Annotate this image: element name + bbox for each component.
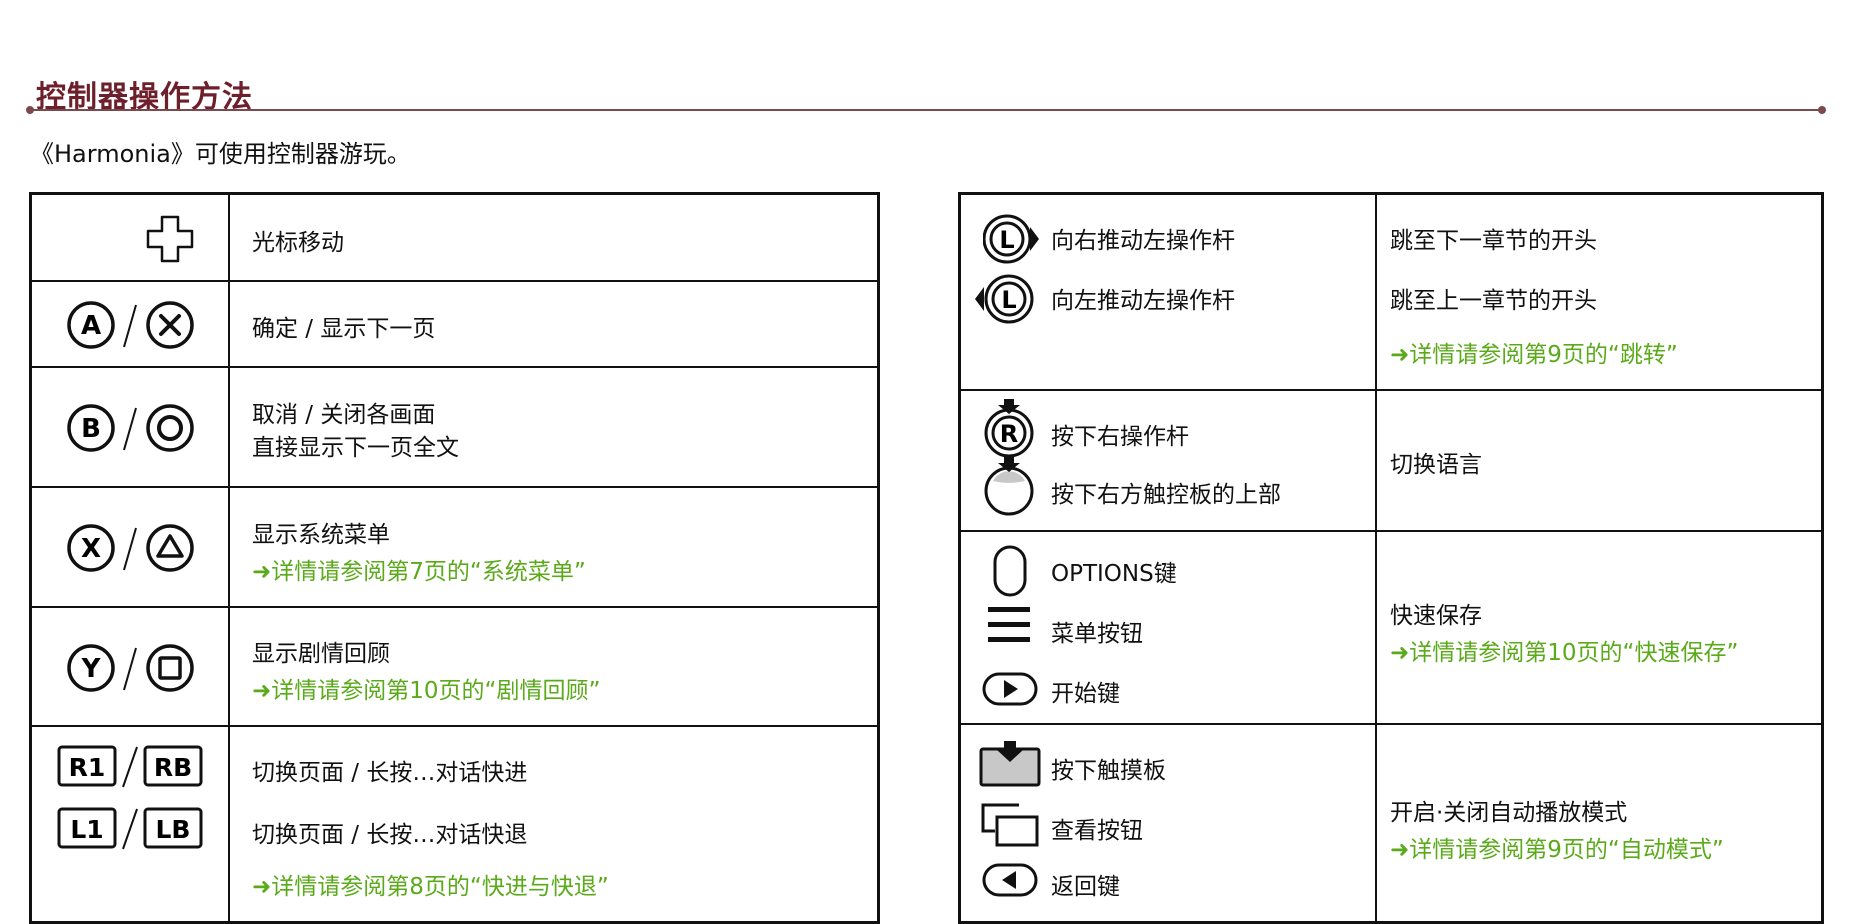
start-button-icon: [982, 672, 1038, 706]
reference-link[interactable]: ➜详情请参阅第9页的“自动模式”: [1390, 830, 1724, 864]
left-controls-table: 光标移动 A 确定 / 显示下一页 B 取消 / 关闭各画面 直接显示下一页全文…: [29, 192, 880, 924]
left-stick-left-icon: L: [975, 274, 1034, 324]
control-label: 向左推动左操作杆: [1051, 288, 1235, 314]
table-row-icons: [32, 195, 230, 282]
r1-button-icon: R1: [57, 745, 117, 787]
desc-line: 取消 / 关闭各画面: [252, 402, 436, 428]
svg-text:A: A: [81, 311, 101, 341]
table-row-desc: 显示系统菜单 ➜详情请参阅第7页的“系统菜单”: [230, 488, 877, 608]
table-row-controls: OPTIONS键 菜单按钮 开始键: [961, 532, 1377, 725]
reference-link[interactable]: ➜详情请参阅第10页的“快速保存”: [1390, 633, 1738, 667]
table-row-controls: 按下触摸板 查看按钮 返回键: [961, 725, 1377, 921]
touchpad-press-icon: [979, 741, 1041, 787]
desc-line: 切换页面 / 长按…对话快进: [252, 760, 528, 786]
desc-line: 切换页面 / 长按…对话快退: [252, 822, 528, 848]
svg-text:L1: L1: [70, 815, 103, 844]
svg-text:L: L: [999, 226, 1014, 254]
intro-text: 《Harmonia》可使用控制器游玩。: [30, 140, 411, 168]
control-label: 按下右方触控板的上部: [1051, 482, 1281, 508]
svg-text:R: R: [1000, 420, 1018, 448]
desc-line: 直接显示下一页全文: [252, 435, 459, 461]
cross-button-icon: [146, 301, 194, 349]
control-label: 开始键: [1051, 681, 1120, 707]
desc-line: 显示系统菜单: [252, 522, 390, 548]
table-row-desc: 显示剧情回顾 ➜详情请参阅第10页的“剧情回顾”: [230, 608, 877, 727]
desc-line: 开启·关闭自动播放模式: [1390, 800, 1628, 826]
table-row-controls: R 按下右操作杆 按下右方触控板的上部: [961, 391, 1377, 532]
desc-line: 切换语言: [1390, 452, 1482, 478]
table-row-desc: 切换页面 / 长按…对话快进 切换页面 / 长按…对话快退 ➜详情请参阅第8页的…: [230, 727, 877, 921]
left-stick-right-icon: L: [983, 214, 1039, 264]
lb-button-icon: LB: [143, 807, 203, 849]
table-row-icons: R1 RB L1 LB: [32, 727, 230, 921]
desc-line: 跳至下一章节的开头: [1390, 228, 1597, 254]
desc-line: 跳至上一章节的开头: [1390, 288, 1597, 314]
circle-button-icon: [146, 404, 194, 452]
table-row-icons: X: [32, 488, 230, 608]
slash-divider: [123, 407, 137, 451]
l1-button-icon: L1: [57, 807, 117, 849]
table-row-desc: 快速保存 ➜详情请参阅第10页的“快速保存”: [1377, 532, 1821, 725]
table-row-desc: 跳至下一章节的开头 跳至上一章节的开头 ➜详情请参阅第9页的“跳转”: [1377, 195, 1821, 391]
table-row-desc: 切换语言: [1377, 391, 1821, 532]
slash-divider: [123, 527, 137, 571]
desc-line: 快速保存: [1390, 603, 1482, 629]
b-button-icon: B: [67, 404, 115, 452]
slash-divider: [122, 746, 138, 788]
triangle-button-icon: [146, 524, 194, 572]
desc-line: 确定 / 显示下一页: [252, 316, 436, 342]
control-label: 返回键: [1051, 874, 1120, 900]
table-row-desc: 开启·关闭自动播放模式 ➜详情请参阅第9页的“自动模式”: [1377, 725, 1821, 921]
table-row-controls: L 向右推动左操作杆 L 向左推动左操作杆: [961, 195, 1377, 391]
title-rule: [30, 109, 1822, 111]
slash-divider: [122, 808, 138, 850]
view-button-icon: [981, 803, 1039, 847]
slash-divider: [123, 304, 137, 348]
svg-text:RB: RB: [154, 753, 192, 782]
svg-text:LB: LB: [156, 815, 191, 844]
control-label: OPTIONS键: [1051, 561, 1177, 587]
slash-divider: [123, 647, 137, 691]
svg-text:R1: R1: [69, 753, 106, 782]
options-button-icon: [993, 545, 1027, 597]
reference-link[interactable]: ➜详情请参阅第8页的“快进与快退”: [252, 867, 609, 901]
svg-text:B: B: [81, 414, 101, 444]
table-row-desc: 取消 / 关闭各画面 直接显示下一页全文: [230, 368, 877, 488]
reference-link[interactable]: ➜详情请参阅第10页的“剧情回顾”: [252, 671, 600, 705]
table-row-icons: Y: [32, 608, 230, 727]
x-button-icon: X: [67, 524, 115, 572]
rule-end-dot: [1818, 106, 1826, 114]
reference-link[interactable]: ➜详情请参阅第7页的“系统菜单”: [252, 552, 586, 586]
control-label: 按下触摸板: [1051, 758, 1166, 784]
svg-text:Y: Y: [81, 654, 102, 684]
y-button-icon: Y: [67, 644, 115, 692]
desc-line: 光标移动: [252, 230, 344, 256]
square-button-icon: [146, 644, 194, 692]
table-row-icons: A: [32, 282, 230, 368]
menu-button-icon: [988, 607, 1030, 642]
rb-button-icon: RB: [143, 745, 203, 787]
right-controls-table: L 向右推动左操作杆 L 向左推动左操作杆 跳至下一章节的开头 跳至上一章节的开…: [958, 192, 1824, 924]
right-stick-press-icon: R: [984, 399, 1034, 458]
back-button-icon: [982, 863, 1038, 897]
table-row-desc: 光标移动: [230, 195, 877, 282]
svg-text:L: L: [1001, 286, 1016, 314]
desc-line: 显示剧情回顾: [252, 641, 390, 667]
svg-text:X: X: [81, 534, 101, 564]
control-label: 向右推动左操作杆: [1051, 228, 1235, 254]
touchpad-top-press-icon: [984, 457, 1034, 516]
control-label: 按下右操作杆: [1051, 424, 1189, 450]
dpad-icon: [146, 215, 194, 263]
table-row-icons: B: [32, 368, 230, 488]
control-label: 菜单按钮: [1051, 621, 1143, 647]
control-label: 查看按钮: [1051, 818, 1143, 844]
reference-link[interactable]: ➜详情请参阅第9页的“跳转”: [1390, 335, 1678, 369]
a-button-icon: A: [67, 301, 115, 349]
table-row-desc: 确定 / 显示下一页: [230, 282, 877, 368]
